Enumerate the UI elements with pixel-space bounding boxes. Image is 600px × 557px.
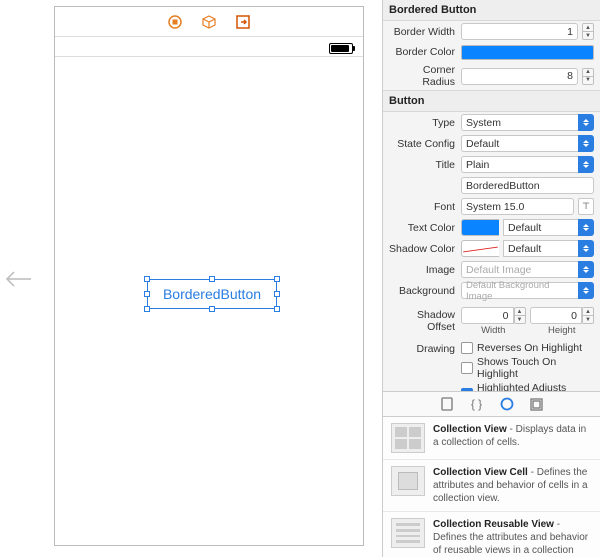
resize-handle[interactable] [209, 306, 215, 312]
shadow-color-swatch[interactable] [461, 240, 499, 257]
shadow-offset-row: Shadow Offset 0▲▼ Width 0▲▼ Height [383, 301, 600, 338]
shows-touch-checkbox[interactable] [461, 362, 473, 374]
exit-icon[interactable] [235, 14, 251, 30]
reverses-label: Reverses On Highlight [477, 342, 582, 354]
background-dropdown[interactable]: Default Background Image [461, 282, 594, 299]
state-config-dropdown[interactable]: Default [461, 135, 594, 152]
font-label: Font [389, 201, 457, 213]
resize-handle[interactable] [274, 291, 280, 297]
inspector-panel: Bordered Button Border Width 1 ▲▼ Border… [382, 0, 600, 557]
object-library[interactable]: Collection View - Displays data in a col… [383, 417, 600, 557]
image-label: Image [389, 264, 457, 276]
shadow-offset-height-field[interactable]: 0 [530, 307, 583, 324]
font-picker-icon[interactable]: ⊤ [578, 198, 594, 215]
device-toolbar [55, 7, 363, 37]
shadow-height-stepper[interactable]: ▲▼ [582, 307, 594, 324]
object-library-icon[interactable] [499, 396, 515, 412]
selection-outline [147, 279, 277, 309]
library-item-text: Collection View Cell - Defines the attri… [433, 466, 592, 505]
background-row: Background Default Background Image [383, 280, 600, 301]
highlighted-label: Highlighted Adjusts Image [477, 382, 594, 391]
state-config-row: State Config Default [383, 133, 600, 154]
border-color-well[interactable] [461, 45, 594, 60]
resize-handle[interactable] [144, 306, 150, 312]
shadow-height-sublabel: Height [548, 325, 575, 336]
library-item-text: Collection View - Displays data in a col… [433, 423, 592, 453]
file-template-icon[interactable] [439, 396, 455, 412]
corner-radius-row: Corner Radius 8 ▲▼ [383, 62, 600, 90]
shadow-width-stepper[interactable]: ▲▼ [514, 307, 526, 324]
font-row: + Font System 15.0 ⊤ [383, 196, 600, 217]
shadow-color-label: Shadow Color [389, 243, 457, 255]
reverses-checkbox[interactable] [461, 342, 473, 354]
resize-handle[interactable] [274, 276, 280, 282]
section-button: Button [383, 90, 600, 112]
shows-touch-label: Shows Touch On Highlight [477, 356, 594, 380]
shadow-color-dropdown[interactable]: Default [503, 240, 594, 257]
border-width-field[interactable]: 1 [461, 23, 578, 40]
title-text-field[interactable]: BorderedButton [461, 177, 594, 194]
corner-radius-label: Corner Radius [389, 64, 457, 88]
media-library-icon[interactable] [529, 396, 545, 412]
shadow-width-sublabel: Width [481, 325, 505, 336]
battery-icon [329, 43, 353, 54]
library-selector-bar: { } [383, 391, 600, 417]
nav-back-arrow[interactable] [0, 0, 36, 557]
drawing-label: Drawing [389, 342, 457, 355]
collection-view-icon [391, 423, 425, 453]
corner-radius-field[interactable]: 8 [461, 68, 578, 85]
shadow-color-row: Shadow Color Default [383, 238, 600, 259]
shadow-offset-label: Shadow Offset [389, 307, 457, 333]
border-color-row: Border Color [383, 42, 600, 62]
resize-handle[interactable] [144, 276, 150, 282]
device-frame: BorderedButton [54, 6, 364, 546]
title-text-row: BorderedButton [383, 175, 600, 196]
library-item[interactable]: Collection Reusable View - Defines the a… [383, 512, 600, 557]
resize-handle[interactable] [274, 306, 280, 312]
border-width-label: Border Width [389, 26, 457, 38]
border-width-row: Border Width 1 ▲▼ [383, 21, 600, 42]
font-field[interactable]: System 15.0 [461, 198, 574, 215]
type-row: Type System [383, 112, 600, 133]
image-row: Image Default Image [383, 259, 600, 280]
library-item[interactable]: Collection View Cell - Defines the attri… [383, 460, 600, 512]
status-bar-divider [55, 56, 363, 57]
type-label: Type [389, 117, 457, 129]
title-mode-dropdown[interactable]: Plain [461, 156, 594, 173]
library-item-text: Collection Reusable View - Defines the a… [433, 518, 592, 557]
collection-cell-icon [391, 466, 425, 496]
title-mode-row: Title Plain [383, 154, 600, 175]
title-label: Title [389, 159, 457, 171]
corner-radius-stepper[interactable]: ▲▼ [582, 68, 594, 85]
resize-handle[interactable] [209, 276, 215, 282]
inspector-scroll[interactable]: Bordered Button Border Width 1 ▲▼ Border… [383, 0, 600, 391]
canvas[interactable]: BorderedButton [36, 0, 382, 557]
text-color-label: Text Color [389, 222, 457, 234]
shadow-offset-width-field[interactable]: 0 [461, 307, 514, 324]
background-label: Background [389, 285, 457, 297]
resize-handle[interactable] [144, 291, 150, 297]
border-width-stepper[interactable]: ▲▼ [582, 23, 594, 40]
selected-element[interactable]: BorderedButton [147, 279, 277, 309]
code-snippet-icon[interactable]: { } [469, 396, 485, 412]
text-color-swatch[interactable] [461, 219, 499, 236]
text-color-dropdown[interactable]: Default [503, 219, 594, 236]
type-dropdown[interactable]: System [461, 114, 594, 131]
drawing-row: Drawing Reverses On Highlight Shows Touc… [383, 338, 600, 391]
state-config-label: State Config [389, 138, 457, 150]
section-bordered-button: Bordered Button [383, 0, 600, 21]
image-dropdown[interactable]: Default Image [461, 261, 594, 278]
reusable-view-icon [391, 518, 425, 548]
stop-icon[interactable] [167, 14, 183, 30]
library-item[interactable]: Collection View - Displays data in a col… [383, 417, 600, 460]
cube-icon[interactable] [201, 14, 217, 30]
text-color-row: Text Color Default [383, 217, 600, 238]
border-color-label: Border Color [389, 46, 457, 58]
